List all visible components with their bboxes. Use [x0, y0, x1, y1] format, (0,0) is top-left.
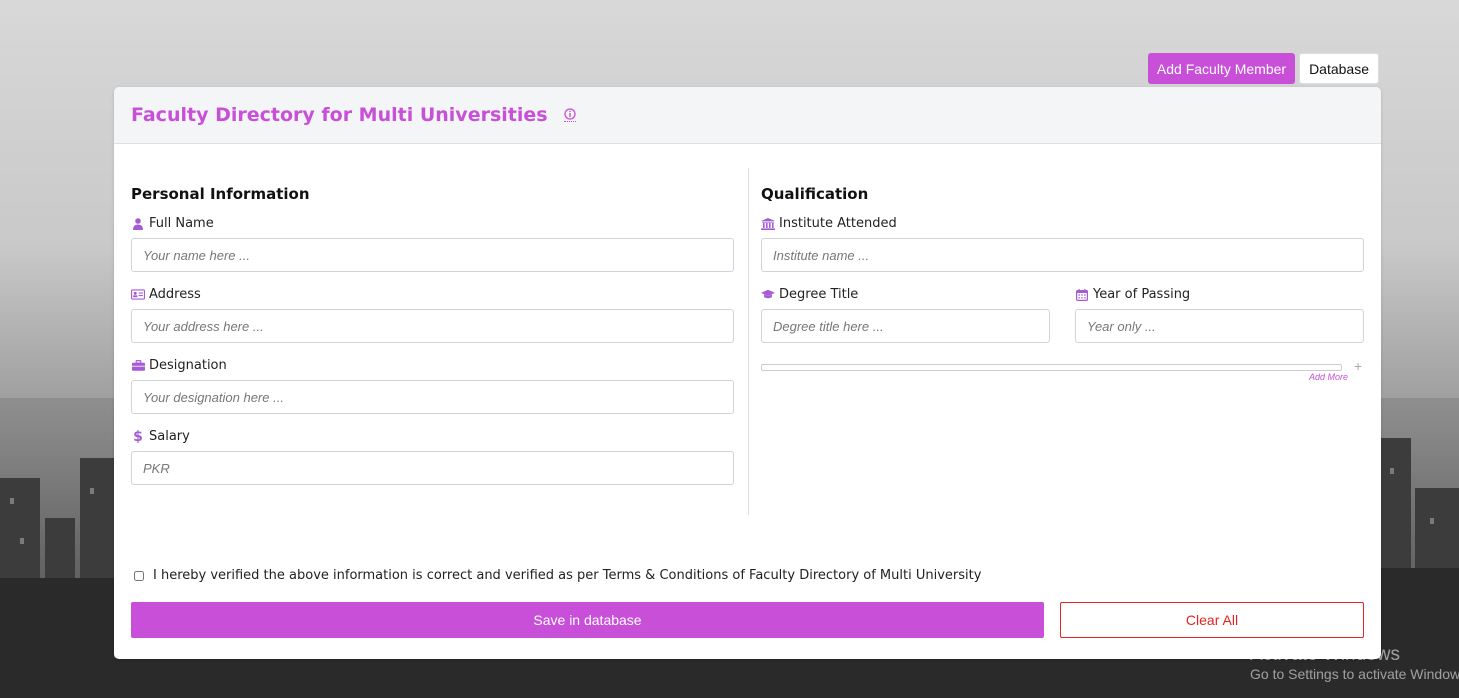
designation-field: Designation: [131, 358, 734, 414]
add-more-link[interactable]: Add More: [1309, 372, 1348, 382]
save-in-database-button[interactable]: Save in database: [131, 602, 1044, 638]
institute-field: Institute Attended: [761, 216, 1364, 272]
faculty-form-card: Faculty Directory for Multi Universities…: [114, 87, 1381, 659]
full-name-label: Full Name: [149, 216, 214, 231]
add-more-area: + Add More: [761, 358, 1364, 394]
qualification-section: Qualification Institute Attended Degree …: [761, 168, 1364, 394]
info-icon[interactable]: [563, 108, 576, 122]
dollar-icon: $: [133, 428, 143, 445]
degree-input[interactable]: [761, 309, 1050, 343]
verify-text: I hereby verified the above information …: [153, 568, 982, 583]
address-input[interactable]: [131, 309, 734, 343]
degree-year-row: Degree Title Year of Passing: [761, 287, 1364, 358]
year-field: Year of Passing: [1075, 287, 1364, 343]
activate-windows-watermark: Activate Windows Go to Settings to activ…: [1250, 644, 1459, 682]
card-header: Faculty Directory for Multi Universities: [114, 87, 1381, 144]
address-label: Address: [149, 287, 201, 302]
designation-input[interactable]: [131, 380, 734, 414]
degree-label: Degree Title: [779, 287, 859, 302]
salary-input[interactable]: [131, 451, 734, 485]
watermark-line-2: Go to Settings to activate Windows.: [1250, 666, 1459, 682]
page-title: Faculty Directory for Multi Universities: [131, 104, 548, 126]
salary-field: $ Salary: [131, 429, 734, 485]
salary-label: Salary: [149, 429, 190, 444]
institute-input[interactable]: [761, 238, 1364, 272]
graduation-cap-icon: [761, 289, 775, 301]
personal-information-section: Personal Information Full Name Address: [131, 168, 734, 500]
institution-icon: [761, 217, 775, 230]
top-actions: Add Faculty Member Database: [1147, 53, 1379, 84]
section-title-personal: Personal Information: [131, 185, 310, 203]
year-label: Year of Passing: [1093, 287, 1191, 302]
address-field: Address: [131, 287, 734, 343]
plus-icon[interactable]: +: [1354, 358, 1362, 374]
full-name-field: Full Name: [131, 216, 734, 272]
clear-all-button[interactable]: Clear All: [1060, 602, 1364, 638]
calendar-icon: [1075, 288, 1089, 301]
institute-label: Institute Attended: [779, 216, 897, 231]
year-input[interactable]: [1075, 309, 1364, 343]
section-title-qualification: Qualification: [761, 185, 869, 203]
database-button[interactable]: Database: [1299, 53, 1379, 84]
add-more-progress-bar: [761, 364, 1342, 371]
full-name-input[interactable]: [131, 238, 734, 272]
verify-checkbox-row[interactable]: I hereby verified the above information …: [134, 568, 981, 583]
designation-label: Designation: [149, 358, 227, 373]
add-faculty-member-button[interactable]: Add Faculty Member: [1147, 53, 1296, 84]
user-icon: [131, 217, 145, 230]
degree-field: Degree Title: [761, 287, 1050, 343]
column-divider: [748, 168, 749, 515]
verify-checkbox[interactable]: [134, 570, 144, 581]
briefcase-icon: [131, 360, 145, 372]
watermark-line-1: Activate Windows: [1250, 644, 1400, 665]
id-card-icon: [131, 289, 145, 301]
